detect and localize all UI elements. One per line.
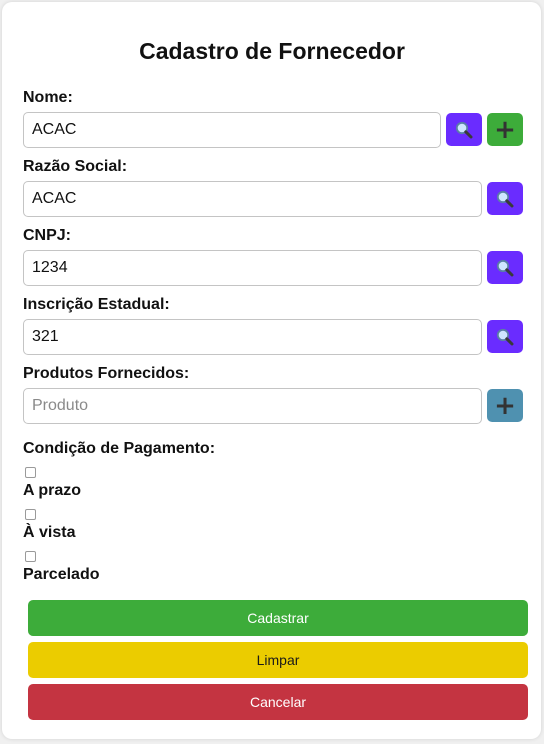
a-vista-label: À vista <box>23 524 76 541</box>
cadastrar-button[interactable]: Cadastrar <box>28 600 528 636</box>
add-produto-button[interactable]: + <box>487 389 523 422</box>
inscricao-estadual-search-button[interactable] <box>487 320 523 353</box>
cancelar-button[interactable]: Cancelar <box>28 684 528 720</box>
nome-add-button[interactable]: + <box>487 113 523 146</box>
plus-icon: + <box>494 114 516 145</box>
plus-icon: + <box>494 390 516 421</box>
nome-search-button[interactable] <box>446 113 482 146</box>
limpar-button[interactable]: Limpar <box>28 642 528 678</box>
inscricao-estadual-input[interactable] <box>23 319 482 355</box>
nome-label: Nome: <box>23 89 73 106</box>
cnpj-search-button[interactable] <box>487 251 523 284</box>
page-title: Cadastro de Fornecedor <box>139 38 405 64</box>
produtos-label: Produtos Fornecidos: <box>23 365 190 382</box>
produto-input[interactable] <box>23 388 482 424</box>
a-prazo-checkbox[interactable] <box>25 467 36 478</box>
nome-input[interactable] <box>23 112 441 148</box>
magnifier-icon <box>496 259 514 276</box>
a-vista-checkbox[interactable] <box>25 509 36 520</box>
a-prazo-label: A prazo <box>23 482 82 499</box>
magnifier-icon <box>455 121 473 138</box>
pagamento-label: Condição de Pagamento: <box>23 440 216 457</box>
parcelado-checkbox[interactable] <box>25 551 36 562</box>
razao-social-input[interactable] <box>23 181 482 217</box>
inscricao-estadual-label: Inscrição Estadual: <box>23 296 170 313</box>
magnifier-icon <box>496 190 514 207</box>
razao-social-label: Razão Social: <box>23 158 128 175</box>
magnifier-icon <box>496 328 514 345</box>
cnpj-label: CNPJ: <box>23 227 72 244</box>
razao-social-search-button[interactable] <box>487 182 523 215</box>
parcelado-label: Parcelado <box>23 566 100 583</box>
cnpj-input[interactable] <box>23 250 482 286</box>
